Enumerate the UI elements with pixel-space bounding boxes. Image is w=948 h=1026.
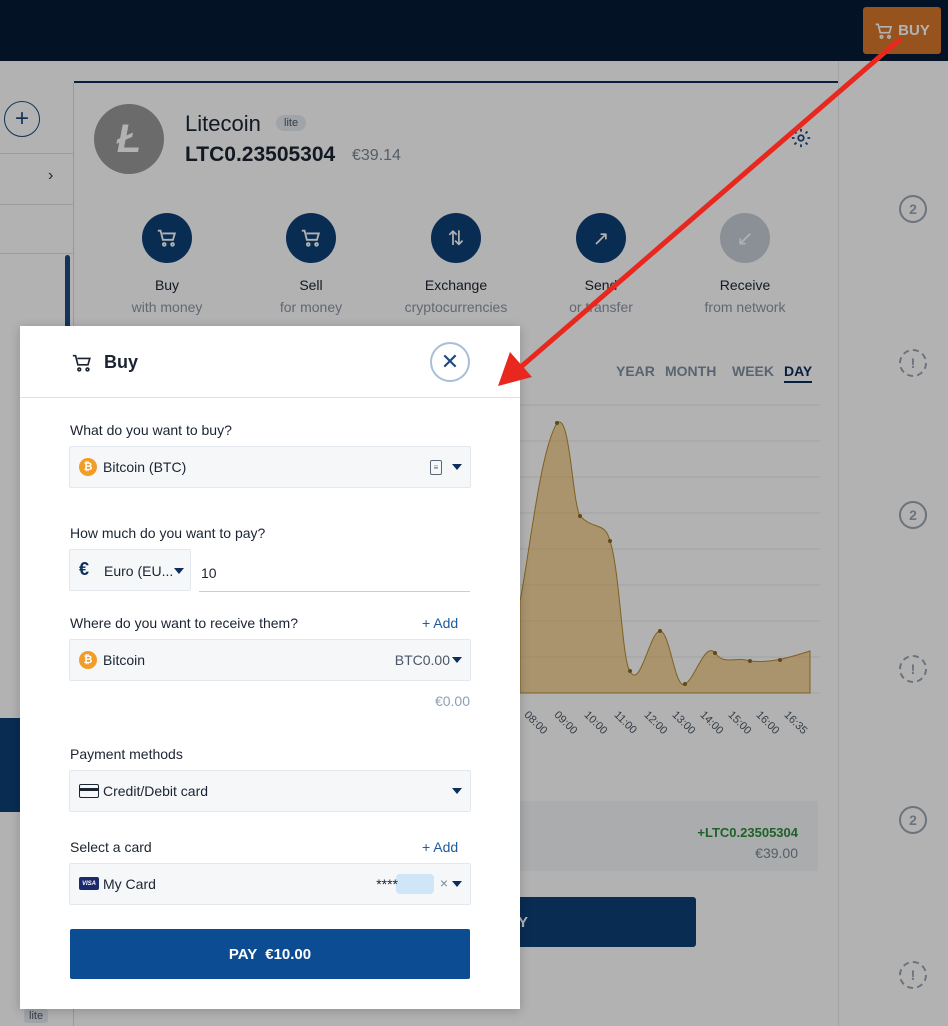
close-button[interactable]: ✕ xyxy=(430,342,470,382)
buy-asset-value: Bitcoin (BTC) xyxy=(103,459,187,475)
clear-icon[interactable]: × xyxy=(440,875,448,891)
receive-wallet-value: Bitcoin xyxy=(103,652,146,668)
chevron-down-icon xyxy=(452,788,462,794)
close-icon: ✕ xyxy=(440,349,460,374)
pay-button-label: PAY xyxy=(228,945,258,963)
buy-dialog: Buy ✕ What do you want to buy? ₿ Bitcoin… xyxy=(20,326,520,1009)
chevron-down-icon xyxy=(452,881,462,887)
payment-method-value: Credit/Debit card xyxy=(103,783,209,799)
receive-wallet-select[interactable]: ₿ Bitcoin BTC0.00 xyxy=(69,639,471,681)
buy-asset-label: What do you want to buy? xyxy=(70,422,232,438)
receive-label: Where do you want to receive them? xyxy=(70,615,299,631)
currency-value: Euro (EU... xyxy=(104,563,174,579)
card-name: My Card xyxy=(103,876,156,892)
amount-input[interactable] xyxy=(199,554,470,592)
cart-icon xyxy=(72,354,91,372)
chevron-down-icon xyxy=(174,568,184,574)
add-wallet-link[interactable]: + Add xyxy=(422,615,458,631)
visa-icon: VISA xyxy=(79,877,99,890)
chevron-down-icon xyxy=(452,657,462,663)
payment-method-select[interactable]: Credit/Debit card xyxy=(69,770,471,812)
pay-amount-label: How much do you want to pay? xyxy=(70,525,266,541)
add-card-link[interactable]: + Add xyxy=(422,839,458,855)
bitcoin-icon: ₿ xyxy=(79,651,97,669)
credit-card-icon xyxy=(79,784,99,798)
euro-icon: € xyxy=(79,559,90,579)
redacted-card-digits xyxy=(396,874,434,894)
currency-select[interactable]: € Euro (EU... xyxy=(69,549,191,591)
select-card-label: Select a card xyxy=(70,839,152,855)
pay-button-amount: €10.00 xyxy=(265,945,312,963)
receive-fiat-value: €0.00 xyxy=(434,693,470,709)
receive-wallet-balance: BTC0.00 xyxy=(394,652,450,668)
chevron-down-icon xyxy=(452,464,462,470)
payment-methods-label: Payment methods xyxy=(70,746,183,762)
card-select[interactable]: VISA My Card **** × xyxy=(69,863,471,905)
dialog-header: Buy ✕ xyxy=(20,326,520,398)
buy-asset-select[interactable]: ₿ Bitcoin (BTC) ≡ xyxy=(69,446,471,488)
bitcoin-icon: ₿ xyxy=(79,458,97,476)
card-masked-number: **** xyxy=(376,876,398,892)
dialog-title: Buy xyxy=(104,352,139,372)
document-icon[interactable]: ≡ xyxy=(430,460,442,475)
pay-button[interactable]: PAY €10.00 xyxy=(70,929,470,979)
